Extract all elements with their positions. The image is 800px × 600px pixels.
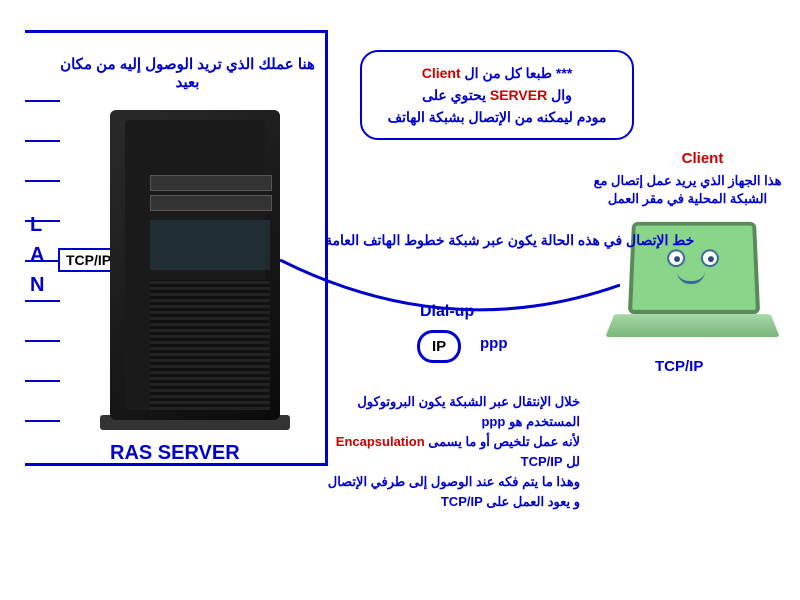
ppp-label: ppp [480,335,508,352]
client-protocol: TCP/IP [655,358,703,375]
lan-label: LAN [30,210,44,300]
note-l1-en: Client [422,65,461,81]
client-description: هذا الجهاز الذي يريد عمل إتصال مع الشبكة… [585,172,790,208]
note-l2-prefix: وال [551,87,572,103]
client-title: Client [620,150,785,167]
ip-box: IP [417,330,461,363]
note-box: *** طبعا كل من ال Client وال SERVER يحتو… [360,50,634,140]
ex-l1a: خلال الإنتقال عبر الشبكة يكون البروتوكول… [357,394,580,429]
dialup-cable [280,255,620,335]
ras-server-label: RAS SERVER [110,442,240,465]
ex-l4b: TCP/IP [441,494,483,509]
ex-l1b: ppp [481,414,505,429]
ex-l2a: لأنه عمل تلخيص أو ما يسمى [428,434,580,449]
ex-l4a: و يعود العمل على [486,494,580,509]
ex-l2c: لل [566,454,580,469]
explanation-text: خلال الإنتقال عبر الشبكة يكون البروتوكول… [320,392,580,512]
connection-line-label: خط الإتصال في هذه الحالة يكون عبر شبكة خ… [325,232,694,249]
note-l1-ar: *** طبعا كل من ال [465,65,573,81]
server-icon [110,110,280,420]
ex-l2d: TCP/IP [521,454,563,469]
dialup-label: Dial-up [420,303,474,321]
note-l3: مودم ليمكنه من الإتصال بشبكة الهاتف [372,106,622,128]
note-l2-en: SERVER [490,87,547,103]
ex-l3: وهذا ما يتم فكه عند الوصول إلى طرفي الإت… [320,472,580,492]
ex-l2b: Encapsulation [336,434,425,449]
note-l2-ar: يحتوي على [422,87,486,103]
